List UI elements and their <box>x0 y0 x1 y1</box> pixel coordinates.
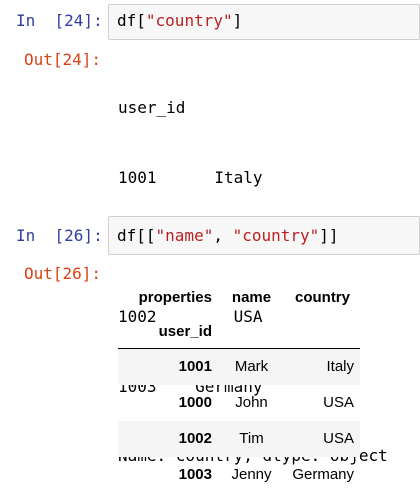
cell-country: Italy <box>326 358 354 376</box>
index-header-row: user_id <box>118 314 360 349</box>
empty-header-cell <box>218 314 285 349</box>
table-row: 1002 Tim USA <box>118 420 360 457</box>
table-row: 1000 John USA <box>118 385 360 421</box>
cell-country: USA <box>323 430 354 447</box>
cell-name: Jenny <box>231 466 272 483</box>
column-header-name: name <box>231 288 272 306</box>
output-line: 1001 Italy <box>118 168 263 188</box>
cell-name: Tim <box>239 430 264 447</box>
code-token: df[ <box>117 11 146 30</box>
cell-country: USA <box>323 394 354 411</box>
input-prompt-24: In [24]: <box>16 11 103 30</box>
code-token: df[[ <box>117 226 156 245</box>
row-index: 1002 <box>178 430 212 447</box>
cell-name: John <box>235 394 268 411</box>
code-input-cell-24[interactable]: df["country"] <box>108 4 420 40</box>
code-token: ]] <box>319 226 339 245</box>
code-text-24: df["country"] <box>117 11 242 31</box>
column-header-country: country <box>294 288 350 306</box>
column-header-row: properties name country <box>118 280 360 314</box>
empty-header-cell <box>285 314 360 349</box>
cell-country: Germany <box>292 466 354 483</box>
cell-name: Mark <box>234 358 269 376</box>
table-row: 1003 Jenny Germany <box>118 457 360 493</box>
output-line: user_id <box>118 98 186 118</box>
output-prompt-26: Out[26]: <box>24 264 102 283</box>
code-input-cell-26[interactable]: df[["name", "country"]] <box>108 216 420 255</box>
row-index: 1000 <box>178 394 212 411</box>
input-prompt-26: In [26]: <box>16 226 103 245</box>
code-token: ] <box>232 11 243 30</box>
code-text-26: df[["name", "country"]] <box>117 226 339 246</box>
table-row: 1001 Mark Italy <box>118 348 360 385</box>
row-index: 1001 <box>178 358 212 376</box>
dataframe-table: properties name country user_id 1001 Mar… <box>118 280 360 493</box>
code-string-token: "country" <box>232 226 320 245</box>
output-prompt-24: Out[24]: <box>24 50 102 69</box>
code-string-token: "name" <box>155 226 214 245</box>
code-token: , <box>213 226 233 245</box>
row-index: 1003 <box>178 466 212 483</box>
code-string-token: "country" <box>145 11 233 30</box>
columns-name-header: properties <box>138 288 212 306</box>
index-name-header: user_id <box>158 322 212 340</box>
